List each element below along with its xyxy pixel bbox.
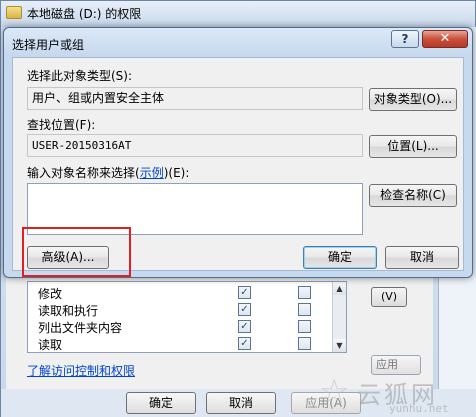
allow-checkbox[interactable]: ✓ bbox=[238, 337, 251, 350]
permission-row[interactable]: 读取 ✓ bbox=[28, 335, 346, 352]
permissions-scrollbar[interactable]: ▲ ▼ bbox=[332, 282, 346, 352]
background-titlebar: 本地磁盘 (D:) 的权限 bbox=[1, 1, 475, 27]
dialog-titlebar[interactable]: 选择用户或组 ? ✕ bbox=[4, 28, 472, 56]
folder-icon bbox=[6, 6, 22, 19]
background-ok-button[interactable]: 确定 bbox=[126, 392, 196, 414]
location-field: USER-20150316AT bbox=[27, 134, 363, 157]
permission-row[interactable]: 列出文件夹内容 ✓ bbox=[28, 318, 346, 335]
locations-button[interactable]: 位置(L)... bbox=[369, 135, 457, 158]
location-label: 查找位置(F): bbox=[27, 118, 96, 132]
check-names-button[interactable]: 检查名称(C) bbox=[369, 184, 457, 207]
permission-name: 列出文件夹内容 bbox=[38, 321, 123, 335]
ok-button[interactable]: 确定 bbox=[303, 246, 377, 269]
permission-name: 读取和执行 bbox=[38, 304, 99, 318]
background-window-title: 本地磁盘 (D:) 的权限 bbox=[27, 7, 142, 21]
allow-checkbox[interactable]: ✓ bbox=[238, 320, 251, 333]
watermark-logo: ☆ 云狐网 yunhu.net bbox=[319, 375, 475, 417]
allow-checkbox[interactable]: ✓ bbox=[238, 286, 251, 299]
permission-row[interactable]: 修改 ✓ bbox=[28, 284, 346, 301]
scroll-up-arrow-icon[interactable]: ▲ bbox=[333, 282, 346, 295]
deny-checkbox[interactable] bbox=[298, 303, 311, 316]
background-cancel-button[interactable]: 取消 bbox=[206, 392, 276, 414]
learn-access-control-link[interactable]: 了解访问控制和权限 bbox=[27, 362, 135, 379]
scroll-down-arrow-icon[interactable]: ▼ bbox=[333, 339, 346, 352]
object-types-button[interactable]: 对象类型(O)... bbox=[369, 88, 457, 111]
cancel-button[interactable]: 取消 bbox=[385, 246, 459, 269]
permissions-list[interactable]: 修改 ✓ 读取和执行 ✓ 列出文件夹内容 ✓ 读取 ✓ ▲ ▼ bbox=[27, 281, 347, 353]
help-button[interactable]: ? bbox=[391, 30, 419, 48]
names-label-prefix: 输入对象名称来选择( bbox=[27, 166, 140, 180]
deny-checkbox[interactable] bbox=[298, 337, 311, 350]
permission-row[interactable]: 读取和执行 ✓ bbox=[28, 301, 346, 318]
object-type-label: 选择此对象类型(S): bbox=[27, 69, 133, 83]
enter-object-names-label: 输入对象名称来选择(示例)(E): bbox=[27, 164, 189, 181]
star-icon: ☆ bbox=[319, 372, 350, 412]
permission-name: 读取 bbox=[38, 338, 63, 352]
names-label-suffix: )(E): bbox=[163, 166, 190, 180]
advanced-button-highlight bbox=[22, 227, 131, 277]
close-button[interactable]: ✕ bbox=[422, 30, 468, 48]
deny-checkbox[interactable] bbox=[298, 286, 311, 299]
permission-name: 修改 bbox=[38, 287, 63, 301]
background-partial-apply-button[interactable]: 应用 bbox=[371, 355, 421, 375]
examples-link[interactable]: 示例 bbox=[140, 166, 164, 180]
allow-checkbox[interactable]: ✓ bbox=[238, 303, 251, 316]
watermark-url: yunhu.net bbox=[389, 402, 449, 415]
dialog-title: 选择用户或组 bbox=[12, 38, 85, 52]
background-partial-button[interactable]: (V) bbox=[371, 287, 407, 307]
object-type-field: 用户、组或内置安全主体 bbox=[27, 87, 363, 110]
deny-checkbox[interactable] bbox=[298, 320, 311, 333]
